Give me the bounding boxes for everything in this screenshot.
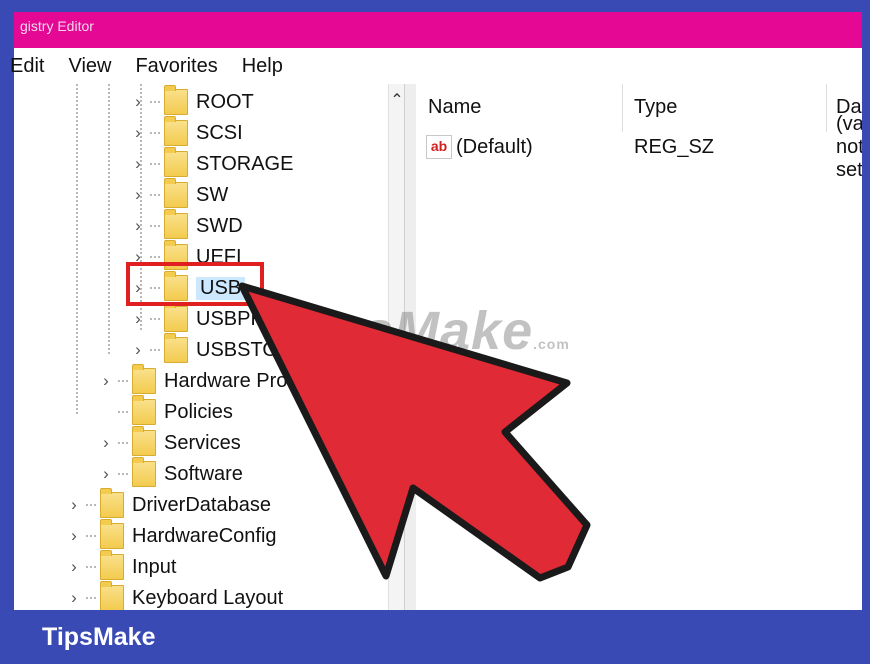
- brand-text: TipsMake: [42, 623, 156, 651]
- screenshot-frame: gistry Editor Edit View Favorites Help ›…: [0, 0, 870, 664]
- brand-strip: TipsMake: [0, 610, 870, 664]
- arrow-shape: [238, 282, 591, 582]
- pointer-arrow-icon: [238, 282, 591, 582]
